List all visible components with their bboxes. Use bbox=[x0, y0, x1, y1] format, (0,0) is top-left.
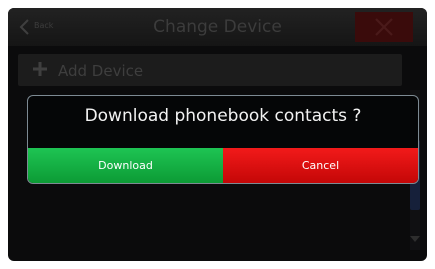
download-button[interactable]: Download bbox=[28, 148, 223, 183]
device-bezel: Back Change Device Add Device Download p… bbox=[0, 0, 435, 269]
close-icon bbox=[375, 18, 393, 36]
header-bar: Back Change Device bbox=[8, 8, 427, 46]
dialog-button-row: Download Cancel bbox=[28, 148, 418, 183]
dialog-message: Download phonebook contacts ? bbox=[84, 106, 362, 126]
add-device-label: Add Device bbox=[58, 62, 144, 80]
plus-icon bbox=[33, 62, 47, 76]
triangle-down-icon[interactable] bbox=[409, 234, 421, 244]
cancel-button[interactable]: Cancel bbox=[223, 148, 418, 183]
download-contacts-dialog: Download phonebook contacts ? Download C… bbox=[27, 95, 419, 184]
close-button[interactable] bbox=[355, 12, 413, 42]
add-device-item[interactable]: Add Device bbox=[18, 54, 402, 86]
